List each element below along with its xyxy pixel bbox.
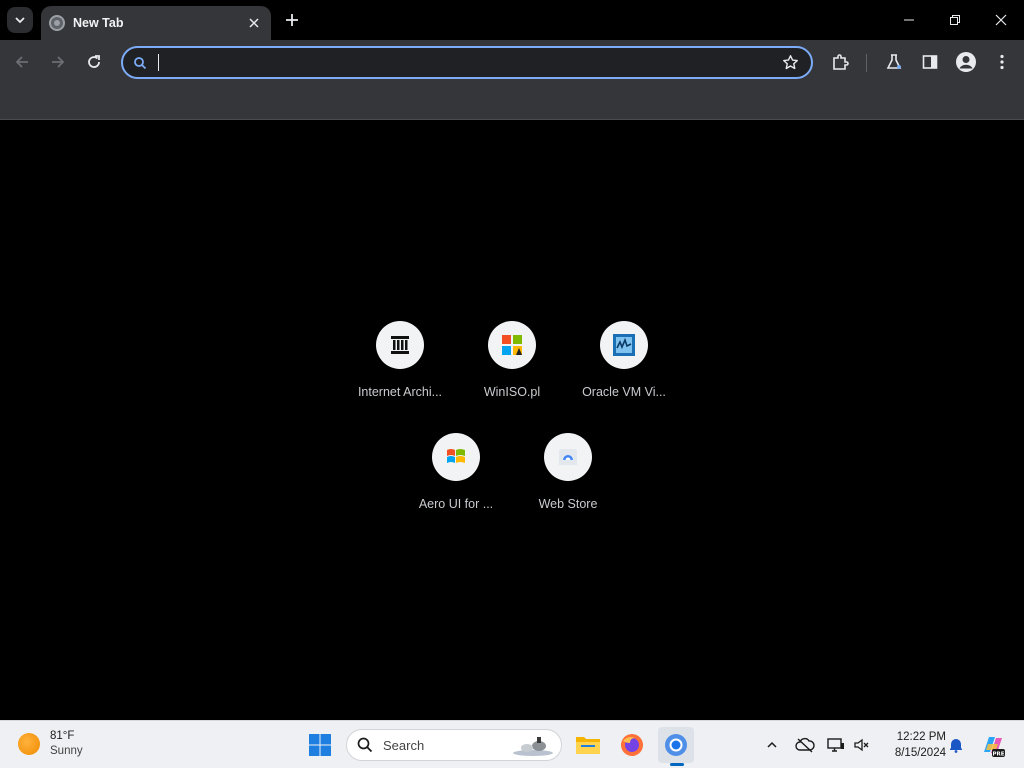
windows-start-icon	[309, 734, 331, 756]
flask-icon	[886, 54, 902, 69]
browser-toolbar	[0, 40, 1024, 85]
taskbar-chrome[interactable]	[658, 727, 694, 763]
weather-condition: Sunny	[50, 745, 83, 757]
taskbar: 81°F Sunny Search 12:22 PM 8/15/2024 PRE	[0, 720, 1024, 768]
clock-date: 8/15/2024	[894, 747, 946, 759]
profile-button[interactable]	[954, 50, 978, 74]
tab-title: New Tab	[73, 16, 124, 30]
more-vert-icon	[1000, 54, 1004, 70]
close-icon	[995, 14, 1007, 26]
weather-widget[interactable]: 81°F Sunny	[18, 729, 83, 759]
shortcut-tile[interactable]: WinISO.pl	[456, 321, 568, 421]
arrow-right-icon	[52, 56, 65, 68]
shortcut-label: Aero UI for ...	[418, 497, 494, 511]
tab-search-button[interactable]	[7, 7, 33, 33]
globe-icon	[49, 15, 65, 31]
system-clock[interactable]: 12:22 PM 8/15/2024	[880, 729, 946, 761]
chevron-up-icon	[767, 741, 777, 748]
labs-button[interactable]	[882, 50, 906, 74]
back-button[interactable]	[10, 50, 34, 74]
shortcut-tile[interactable]: Internet Archi...	[344, 321, 456, 421]
speaker-muted-icon	[854, 738, 869, 752]
new-tab-page: Internet Archi... WinISO.pl Oracle VM Vi…	[0, 121, 1024, 720]
copilot-icon: PRE	[984, 737, 1005, 757]
weather-text: 81°F Sunny	[50, 729, 83, 759]
reload-icon	[88, 55, 100, 68]
monitor-network-icon	[827, 738, 844, 752]
clock-time: 12:22 PM	[896, 731, 946, 743]
shortcut-label: WinISO.pl	[483, 385, 541, 399]
minimize-icon	[904, 19, 914, 21]
menu-button[interactable]	[990, 50, 1014, 74]
tab-new-tab[interactable]: New Tab	[41, 6, 271, 40]
reload-button[interactable]	[82, 50, 106, 74]
svg-text:PRE: PRE	[992, 751, 1004, 757]
avatar-icon	[956, 52, 976, 72]
firefox-icon	[621, 734, 643, 756]
network-status[interactable]	[826, 735, 846, 755]
folder-icon	[576, 737, 600, 754]
shortcut-label: Web Store	[538, 497, 598, 511]
virtualbox-icon	[600, 321, 648, 369]
address-input[interactable]	[157, 51, 757, 75]
puzzle-icon	[833, 54, 849, 70]
sunny-icon	[18, 733, 40, 755]
onedrive-status[interactable]	[795, 735, 815, 755]
address-bar[interactable]	[121, 46, 813, 79]
tab-strip: New Tab	[0, 0, 1024, 40]
restore-icon	[950, 15, 960, 25]
windows-logo-icon	[432, 433, 480, 481]
weather-temp: 81°F	[50, 730, 75, 742]
bell-icon	[950, 739, 962, 753]
shortcut-label: Internet Archi...	[357, 385, 443, 399]
plus-icon	[286, 14, 298, 26]
web-store-icon	[544, 433, 592, 481]
active-app-indicator	[670, 763, 684, 766]
bookmark-star-icon[interactable]	[782, 54, 799, 71]
minimize-button[interactable]	[895, 6, 923, 34]
text-caret	[158, 54, 159, 71]
chrome-icon	[665, 734, 687, 756]
notifications-button[interactable]	[946, 735, 966, 755]
taskbar-firefox[interactable]	[614, 727, 650, 763]
close-window-button[interactable]	[987, 6, 1015, 34]
arrow-left-icon	[15, 56, 28, 68]
shortcut-tile[interactable]: Oracle VM Vi...	[568, 321, 680, 421]
search-icon	[134, 57, 147, 70]
cloud-off-icon	[795, 737, 815, 753]
side-panel-icon	[922, 55, 938, 69]
shortcut-label: Oracle VM Vi...	[582, 385, 666, 399]
bookmarks-bar	[0, 85, 1024, 120]
show-hidden-icons-button[interactable]	[762, 735, 782, 755]
toolbar-divider	[866, 54, 867, 72]
taskbar-search[interactable]: Search	[346, 729, 562, 761]
side-panel-button[interactable]	[918, 50, 942, 74]
extensions-button[interactable]	[828, 50, 852, 74]
taskbar-file-explorer[interactable]	[570, 727, 606, 763]
chevron-down-icon	[15, 17, 25, 24]
internet-archive-icon	[376, 321, 424, 369]
volume-status[interactable]	[852, 735, 872, 755]
search-highlight-icon	[513, 737, 553, 756]
restore-button[interactable]	[941, 6, 969, 34]
search-icon	[357, 737, 373, 753]
forward-button[interactable]	[46, 50, 70, 74]
start-button[interactable]	[302, 727, 338, 763]
copilot-button[interactable]: PRE	[980, 732, 1006, 758]
new-tab-button[interactable]	[282, 10, 302, 30]
winiso-icon	[488, 321, 536, 369]
shortcut-tile[interactable]: Aero UI for ...	[400, 433, 512, 533]
shortcut-tile[interactable]: Web Store	[512, 433, 624, 533]
search-label: Search	[383, 737, 425, 753]
close-tab-icon[interactable]	[245, 14, 263, 32]
